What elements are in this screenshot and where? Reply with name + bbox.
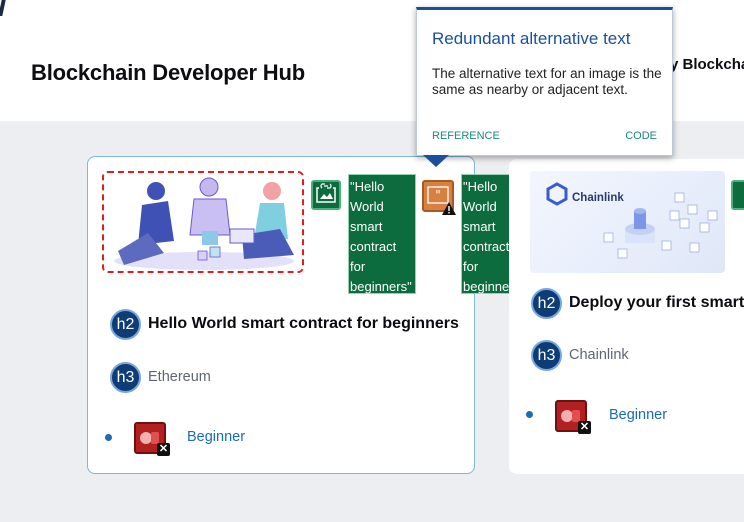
tooltip-description: The alternative text for an image is the…: [432, 66, 662, 97]
link-icon[interactable]: [311, 180, 341, 210]
level-link[interactable]: Beginner: [609, 407, 667, 423]
heading-level-badge: h2: [531, 288, 562, 319]
code-link[interactable]: CODE: [625, 130, 657, 142]
warning-icon: [442, 202, 456, 215]
heading-level-badge: h3: [531, 340, 562, 371]
list-bullet: [526, 411, 533, 418]
card-category: Ethereum: [148, 369, 211, 385]
quote-icon: ": [435, 188, 441, 202]
card-image-highlighted[interactable]: [102, 171, 304, 273]
chainlink-logo-icon: Chainlink: [572, 192, 624, 204]
page-title: Blockchain Developer Hub: [31, 60, 305, 85]
heading-level-badge: h2: [110, 309, 141, 340]
level-link[interactable]: Beginner: [187, 429, 245, 445]
heading-level-badge: h3: [110, 362, 141, 393]
card-title[interactable]: Hello World smart contract for beginners: [148, 315, 459, 333]
redundant-alt-warning-icon[interactable]: ": [422, 180, 456, 215]
tooltip-title: Redundant alternative text: [432, 29, 631, 48]
people-illustration: [104, 173, 302, 271]
chainlink-illustration: Chainlink: [546, 182, 718, 259]
card-category: Chainlink: [569, 347, 629, 363]
reference-link[interactable]: REFERENCE: [432, 130, 500, 142]
list-bullet: [105, 434, 112, 441]
alt-text-label: "Hello World smart contract for beginner…: [348, 174, 416, 294]
x-icon: ✕: [578, 421, 591, 434]
issue-tooltip: Redundant alternative text The alternati…: [416, 7, 673, 156]
brand-mark: [0, 0, 6, 16]
image-icon[interactable]: [731, 180, 744, 210]
chainlink-card-image[interactable]: Chainlink: [530, 171, 725, 273]
card-title[interactable]: Deploy your first smart: [569, 294, 744, 312]
x-icon: ✕: [157, 443, 170, 456]
page-subtitle-clipped: y Blockchain: [670, 56, 744, 73]
tooltip-pointer: [423, 155, 449, 167]
